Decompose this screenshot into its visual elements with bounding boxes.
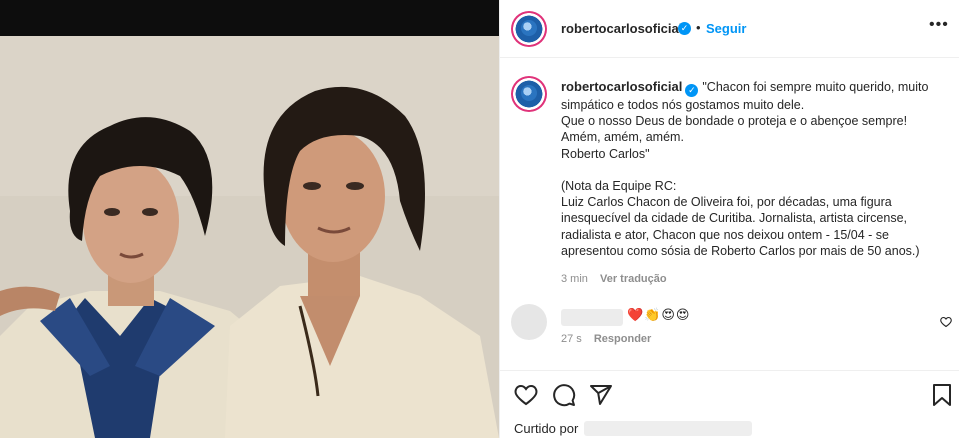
separator-dot: •: [696, 20, 701, 35]
liked-by-redacted: [584, 421, 752, 436]
more-options-icon[interactable]: •••: [929, 16, 949, 34]
caption-text: "Chacon foi sempre muito querido, muito …: [561, 80, 929, 258]
reply-button[interactable]: Responder: [594, 333, 651, 345]
bookmark-icon[interactable]: [932, 383, 952, 412]
comment-text: ❤️👏😍😍: [627, 307, 691, 322]
follow-button[interactable]: Seguir: [706, 21, 746, 36]
liked-by-label: Curtido por: [514, 421, 579, 436]
post-photo: [0, 36, 499, 438]
see-translation-button[interactable]: Ver tradução: [600, 273, 667, 285]
post-header: robertocarlosoficial ✓ • Seguir •••: [500, 0, 959, 58]
comment-meta: 27 s Responder: [561, 333, 660, 345]
heart-icon[interactable]: [514, 383, 538, 412]
media-letterbox: [0, 0, 499, 36]
post-caption: robertocarlosoficial ✓ "Chacon foi sempre …: [561, 79, 953, 259]
caption-avatar[interactable]: [511, 76, 547, 112]
post-media[interactable]: [0, 0, 499, 438]
comment-like-heart-icon[interactable]: [940, 315, 952, 333]
comment-username-redacted: [561, 309, 623, 326]
post-side-panel: robertocarlosoficial ✓ • Seguir ••• robe…: [499, 0, 959, 438]
profile-avatar[interactable]: [511, 11, 547, 47]
caption-timestamp[interactable]: 3 min: [561, 273, 588, 285]
action-bar: [500, 370, 959, 420]
caption-username[interactable]: robertocarlosoficial: [561, 79, 682, 94]
comment-icon[interactable]: [552, 383, 576, 412]
comment-avatar[interactable]: [511, 304, 547, 340]
caption-meta: 3 min Ver tradução: [561, 273, 676, 285]
header-username[interactable]: robertocarlosoficial: [561, 21, 682, 36]
verified-badge-icon: ✓: [685, 84, 699, 97]
verified-badge-icon: ✓: [678, 22, 691, 35]
comment-timestamp[interactable]: 27 s: [561, 333, 582, 345]
share-icon[interactable]: [589, 383, 613, 412]
